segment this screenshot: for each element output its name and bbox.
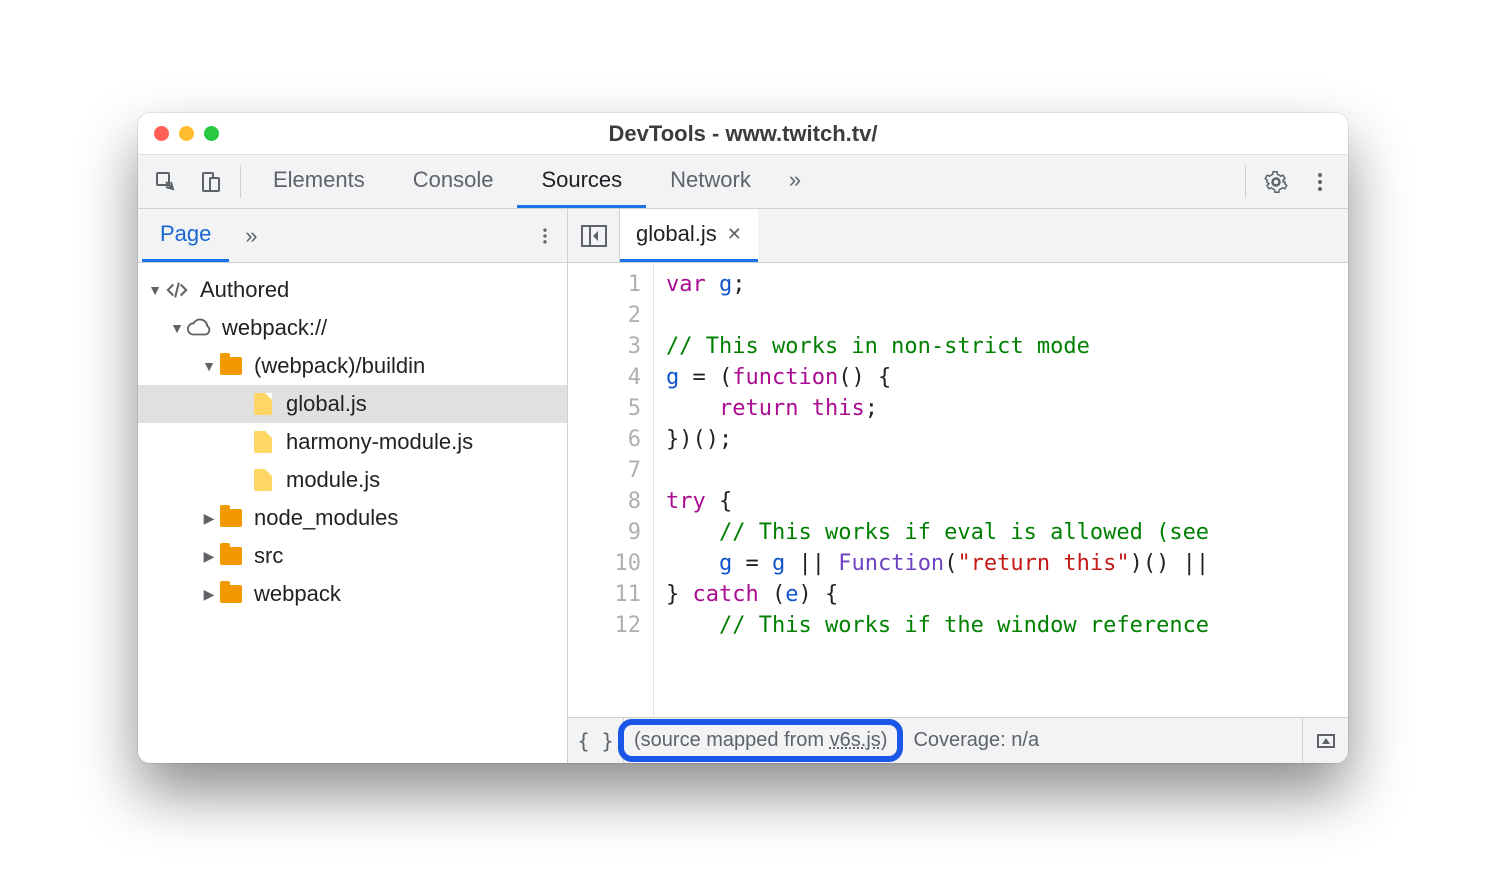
tree-file[interactable]: module.js [138,461,567,499]
coverage-info: Coverage: n/a [913,729,1039,752]
tree-label: node_modules [254,505,398,531]
code-icon [164,277,190,303]
chevron-down-icon: ▼ [200,358,218,374]
tree-folder[interactable]: ▶ webpack [138,575,567,613]
file-tree: ▼ Authored ▼ webpack:// [138,263,567,763]
tab-sources[interactable]: Sources [517,155,646,208]
tree-label: global.js [286,391,367,417]
window-title: DevTools - www.twitch.tv/ [138,121,1348,147]
tab-network[interactable]: Network [646,155,775,208]
kebab-icon[interactable] [1298,155,1342,208]
line-gutter: 123456789101112 [568,263,654,717]
editor-panel: global.js ✕ 123456789101112 var g; // Th… [568,209,1348,763]
tree-authored[interactable]: ▼ Authored [138,271,567,309]
cloud-icon [186,315,212,341]
source-map-link[interactable]: v6s.js [830,729,881,751]
toggle-navigator-icon[interactable] [568,209,620,262]
device-toggle-icon[interactable] [188,155,232,208]
navigator-menu-icon[interactable] [523,209,567,262]
tree-label: webpack:// [222,315,327,341]
tree-label: (webpack)/buildin [254,353,425,379]
tree-file[interactable]: global.js [138,385,567,423]
source-map-info: (source mapped from v6s.js) [624,729,897,752]
folder-icon [218,543,244,569]
traffic-lights [154,126,219,141]
source-map-prefix: (source mapped from [634,729,830,751]
editor-tab-file[interactable]: global.js ✕ [620,209,758,262]
tree-label: src [254,543,283,569]
chevron-right-icon: ▶ [200,586,218,603]
main-tabbar: Elements Console Sources Network » [138,155,1348,209]
close-tab-icon[interactable]: ✕ [727,224,742,245]
tabs-overflow[interactable]: » [775,155,815,208]
source-map-suffix: ) [881,729,888,751]
divider [240,165,241,198]
folder-icon [218,353,244,379]
code-editor[interactable]: 123456789101112 var g; // This works in … [568,263,1348,717]
inspect-icon[interactable] [144,155,188,208]
file-icon [250,429,276,455]
settings-icon[interactable] [1254,155,1298,208]
navigator-tabs-overflow[interactable]: » [229,209,273,262]
navigator-sidebar: Page » ▼ Authored [138,209,568,763]
tree-label: module.js [286,467,380,493]
chevron-right-icon: ▶ [200,510,218,527]
file-icon [250,391,276,417]
minimize-icon[interactable] [179,126,194,141]
tab-console[interactable]: Console [389,155,518,208]
navigator-tabbar: Page » [138,209,567,263]
tree-label: harmony-module.js [286,429,473,455]
tree-domain[interactable]: ▼ webpack:// [138,309,567,347]
toggle-drawer-icon[interactable] [1302,718,1348,763]
folder-icon [218,581,244,607]
devtools-window: DevTools - www.twitch.tv/ Elements Conso… [138,113,1348,763]
tree-folder[interactable]: ▶ src [138,537,567,575]
tree-file[interactable]: harmony-module.js [138,423,567,461]
chevron-down-icon: ▼ [168,320,186,336]
navigator-tab-page[interactable]: Page [142,209,229,262]
tree-folder[interactable]: ▶ node_modules [138,499,567,537]
editor-tabbar: global.js ✕ [568,209,1348,263]
divider [1245,165,1246,198]
chevron-down-icon: ▼ [146,282,164,298]
chevron-right-icon: ▶ [200,548,218,565]
tab-elements[interactable]: Elements [249,155,389,208]
maximize-icon[interactable] [204,126,219,141]
file-icon [250,467,276,493]
pretty-print-icon[interactable]: { } [568,718,624,763]
tree-label: webpack [254,581,341,607]
titlebar: DevTools - www.twitch.tv/ [138,113,1348,155]
tree-folder-open[interactable]: ▼ (webpack)/buildin [138,347,567,385]
code-content[interactable]: var g; // This works in non-strict modeg… [654,263,1348,717]
editor-tab-label: global.js [636,221,717,247]
editor-statusbar: { } (source mapped from v6s.js) Coverage… [568,717,1348,763]
tree-label: Authored [200,277,289,303]
folder-icon [218,505,244,531]
close-icon[interactable] [154,126,169,141]
